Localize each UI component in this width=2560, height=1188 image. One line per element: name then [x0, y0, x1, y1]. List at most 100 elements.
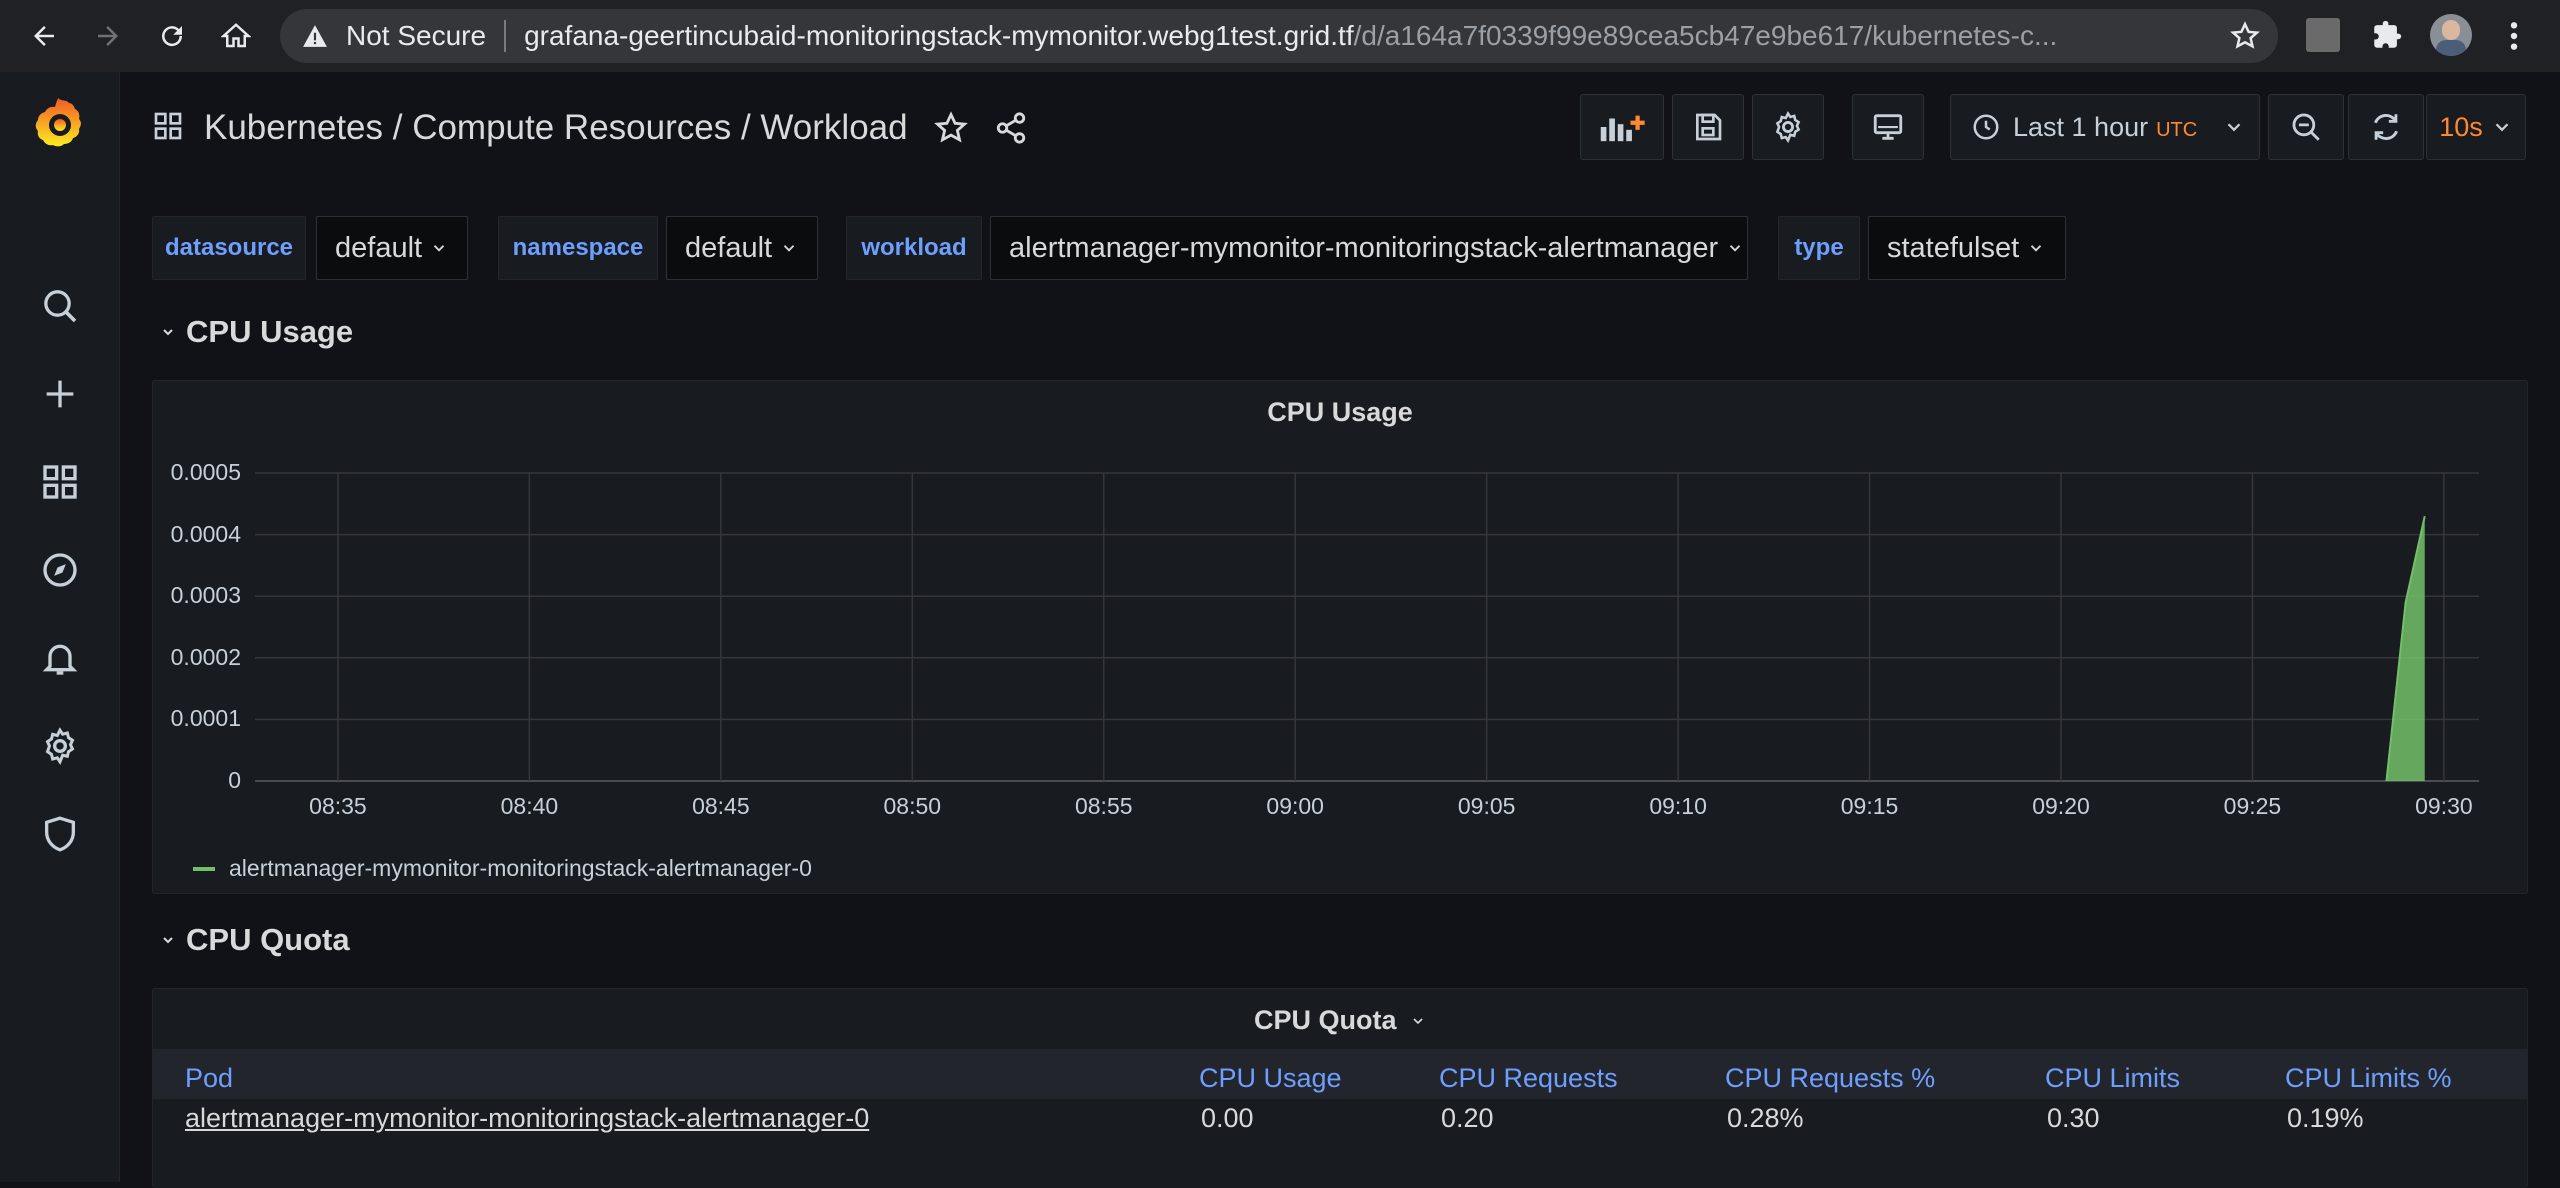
row-cpu-quota[interactable]: CPU Quota: [160, 922, 350, 958]
home-icon: [221, 23, 251, 48]
zoom-out-icon: [2292, 113, 2320, 141]
variable-label-datasource: datasource: [152, 216, 306, 280]
chevron-down-icon: [2495, 123, 2509, 132]
extension-grid-icon[interactable]: [2306, 18, 2340, 52]
chevron-down-icon: [163, 937, 173, 944]
monitor-icon: [1873, 114, 1903, 140]
variable-label-type: type: [1778, 216, 1860, 280]
address-divider: [504, 20, 507, 52]
legend-label: alertmanager-mymonitor-monitoringstack-a…: [229, 855, 812, 881]
cpu-usage-chart: 0.0005 0.0004 0.0003 0.0002 0.0001 0 08:35 08:4…: [153, 381, 2529, 895]
x-tick-label: 08:50: [883, 793, 942, 819]
gear-icon[interactable]: [36, 722, 84, 770]
panel-title-menu[interactable]: CPU Quota: [153, 1005, 2527, 1036]
table-cell: 0.28%: [1727, 1103, 1804, 1133]
table-cell: 0.20: [1441, 1103, 1494, 1133]
legend-swatch: [193, 866, 215, 871]
variable-label-namespace: namespace: [498, 216, 658, 280]
x-tick-label: 08:45: [692, 793, 750, 819]
x-tick-label: 09:15: [1840, 793, 1899, 819]
x-tick-label: 09:20: [2032, 793, 2090, 819]
variable-value: default: [335, 231, 423, 264]
chevron-down-icon: [433, 245, 445, 252]
home-button[interactable]: [204, 0, 268, 72]
grafana-logo-icon[interactable]: [28, 92, 88, 152]
variable-select-datasource[interactable]: default: [316, 216, 468, 280]
table-cell: 0.00: [1201, 1103, 1254, 1133]
y-tick-label: 0.0005: [170, 459, 241, 485]
panel-title: CPU Quota: [1253, 1005, 1397, 1035]
bookmark-star-icon[interactable]: [2230, 21, 2260, 56]
chevron-down-icon: [163, 329, 173, 336]
x-tick-label: 09:00: [1266, 793, 1324, 819]
x-tick-label: 08:40: [500, 793, 559, 819]
bell-icon[interactable]: [36, 634, 84, 682]
refresh-interval-value: 10s: [2439, 111, 2483, 142]
column-header-cpu-requests[interactable]: CPU Requests: [1439, 1063, 1618, 1094]
table-cell: 0.19%: [2287, 1103, 2364, 1133]
series-area[interactable]: [2386, 516, 2425, 781]
x-tick-label: 09:25: [2223, 793, 2282, 819]
zoom-out-button[interactable]: [2268, 94, 2344, 160]
arrow-left-icon: [34, 26, 54, 46]
dashboards-grid-icon: [152, 110, 184, 147]
refresh-icon: [2374, 114, 2398, 140]
dashboards-grid-icon[interactable]: [36, 458, 84, 506]
kebab-menu-icon[interactable]: [2506, 20, 2522, 57]
browser-toolbar: Not Secure grafana-geertincubaid-monitor…: [0, 0, 2560, 72]
variable-select-namespace[interactable]: default: [666, 216, 818, 280]
reload-button[interactable]: [140, 0, 204, 72]
add-panel-button[interactable]: [1580, 94, 1664, 160]
avatar[interactable]: [2430, 14, 2472, 56]
table-cell-pod-link[interactable]: alertmanager-mymonitor-monitoringstack-a…: [185, 1103, 869, 1134]
refresh-interval-picker[interactable]: 10s: [2426, 94, 2526, 160]
cpu-usage-panel: CPU Usage 0.0005 0.0004 0.0003 0.0002 0.0001…: [152, 380, 2528, 894]
save-dashboard-button[interactable]: [1672, 94, 1744, 160]
forward-button[interactable]: [76, 0, 140, 72]
side-menu: [0, 72, 120, 1182]
refresh-button[interactable]: [2348, 94, 2424, 160]
plus-icon[interactable]: [36, 370, 84, 418]
variable-value: default: [685, 231, 773, 264]
column-header-cpu-limits-pct[interactable]: CPU Limits %: [2285, 1063, 2452, 1094]
security-status[interactable]: Not Secure: [346, 20, 486, 52]
back-button[interactable]: [12, 0, 76, 72]
dashboard-navbar: Kubernetes / Compute Resources / Workloa…: [120, 72, 2560, 184]
share-icon[interactable]: [994, 111, 1028, 145]
arrow-right-icon: [98, 26, 118, 46]
variable-value: alertmanager-mymonitor-monitoringstack-a…: [1009, 231, 1719, 264]
url-host: grafana-geertincubaid-monitoringstack-my…: [524, 20, 1354, 51]
x-tick-label: 08:55: [1074, 793, 1133, 819]
extensions-puzzle-icon[interactable]: [2370, 18, 2404, 57]
variable-select-workload[interactable]: alertmanager-mymonitor-monitoringstack-a…: [990, 216, 1748, 280]
dashboard-settings-button[interactable]: [1752, 94, 1824, 160]
favorite-star-icon[interactable]: [933, 111, 968, 145]
gear-icon: [1775, 111, 1801, 144]
y-tick-label: 0: [228, 767, 241, 793]
x-tick-label: 08:35: [309, 793, 367, 819]
search-icon[interactable]: [36, 282, 84, 330]
breadcrumb[interactable]: Kubernetes / Compute Resources / Workloa…: [204, 108, 908, 148]
row-cpu-usage[interactable]: CPU Usage: [160, 314, 353, 350]
column-header-cpu-requests-pct[interactable]: CPU Requests %: [1725, 1063, 1935, 1094]
shield-icon[interactable]: [36, 810, 84, 858]
column-header-pod[interactable]: Pod: [185, 1063, 233, 1094]
column-header-cpu-usage[interactable]: CPU Usage: [1199, 1063, 1342, 1094]
time-range-picker[interactable]: Last 1 hour UTC: [1950, 94, 2260, 160]
column-header-cpu-limits[interactable]: CPU Limits: [2045, 1063, 2180, 1094]
x-tick-label: 09:30: [2415, 793, 2473, 819]
y-tick-label: 0.0003: [170, 582, 241, 609]
save-icon: [1696, 113, 1722, 141]
x-tick-label: 09:05: [1457, 793, 1516, 819]
y-tick-label: 0.0004: [170, 520, 241, 547]
y-tick-label: 0.0002: [170, 643, 241, 670]
variable-select-type[interactable]: statefulset: [1868, 216, 2066, 280]
x-tick-label: 09:10: [1649, 793, 1707, 819]
reload-icon: [162, 26, 183, 47]
address-bar[interactable]: Not Secure grafana-geertincubaid-monitor…: [280, 9, 2278, 63]
chart-legend[interactable]: alertmanager-mymonitor-monitoringstack-a…: [193, 855, 812, 882]
compass-icon[interactable]: [36, 546, 84, 594]
chevron-down-icon: [783, 245, 795, 252]
dashboard-title: Kubernetes / Compute Resources / Workloa…: [152, 108, 1028, 148]
tv-mode-button[interactable]: [1852, 94, 1924, 160]
